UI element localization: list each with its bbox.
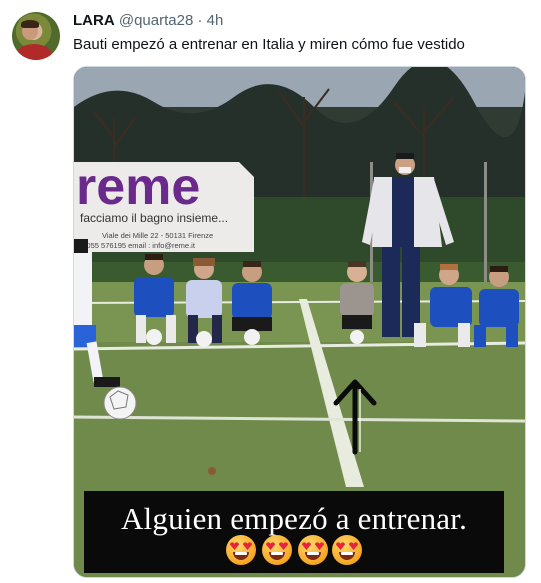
emoji-row (226, 535, 366, 567)
heart-eyes-icon (298, 535, 328, 565)
avatar[interactable] (12, 12, 60, 60)
tweet-header: LARA @quarta28 · 4h (73, 12, 223, 30)
separator-dot: · (197, 12, 203, 29)
heart-eyes-icon (226, 535, 256, 565)
tweet-media-photo[interactable]: reme facciamo il bagno insieme... Viale … (73, 66, 526, 578)
user-handle[interactable]: @quarta28 (119, 12, 193, 29)
banner-brand: reme (76, 158, 200, 216)
timestamp[interactable]: 4h (207, 12, 224, 29)
tweet-text: Bauti empezó a entrenar en Italia y mire… (73, 36, 465, 53)
story-caption: Alguien empezó a entrenar. (84, 491, 504, 573)
heart-eyes-icon (262, 535, 292, 565)
display-name[interactable]: LARA (73, 12, 115, 29)
banner-slogan: facciamo il bagno insieme... (80, 211, 228, 225)
caption-text: Alguien empezó a entrenar. (120, 501, 468, 536)
banner-contact: 39 055 576195 email : info@reme.it (76, 241, 196, 250)
banner-address: Viale dei Mille 22 - 50131 Firenze (102, 231, 213, 240)
heart-eyes-icon (332, 535, 362, 565)
